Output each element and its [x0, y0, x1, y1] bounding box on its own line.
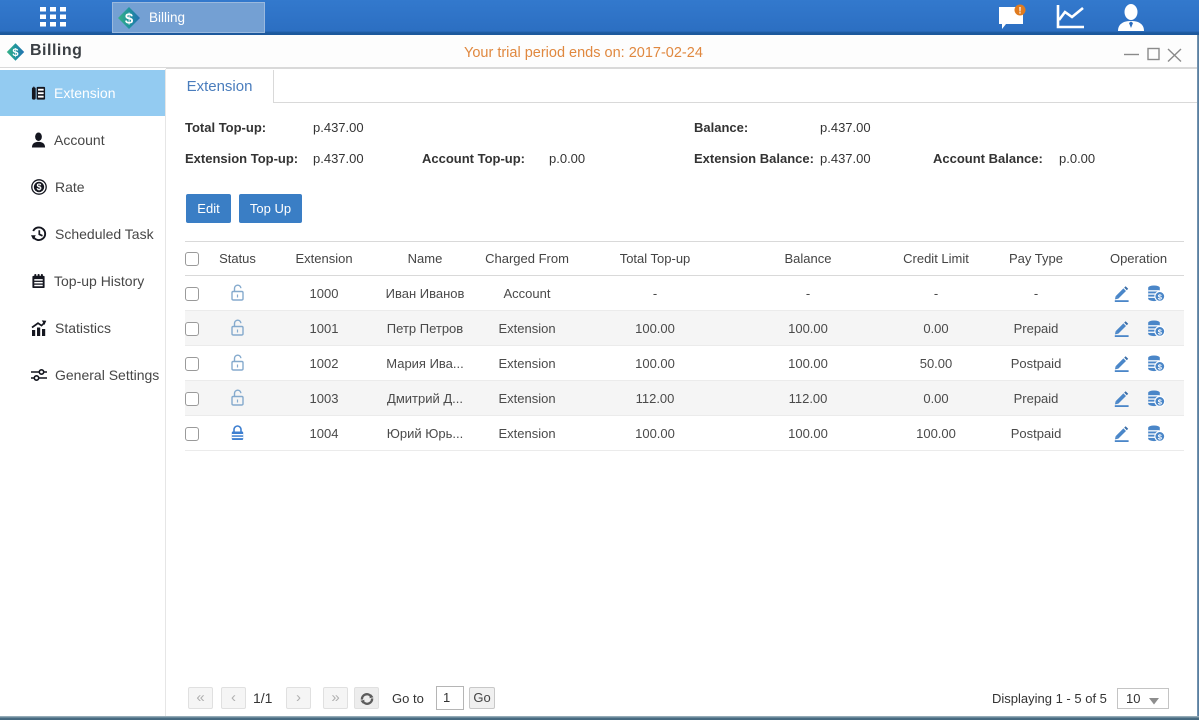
svg-text:$: $ — [36, 182, 41, 192]
svg-text:$: $ — [125, 10, 134, 27]
svg-text:$: $ — [12, 47, 18, 59]
svg-text:!: ! — [1019, 6, 1022, 16]
